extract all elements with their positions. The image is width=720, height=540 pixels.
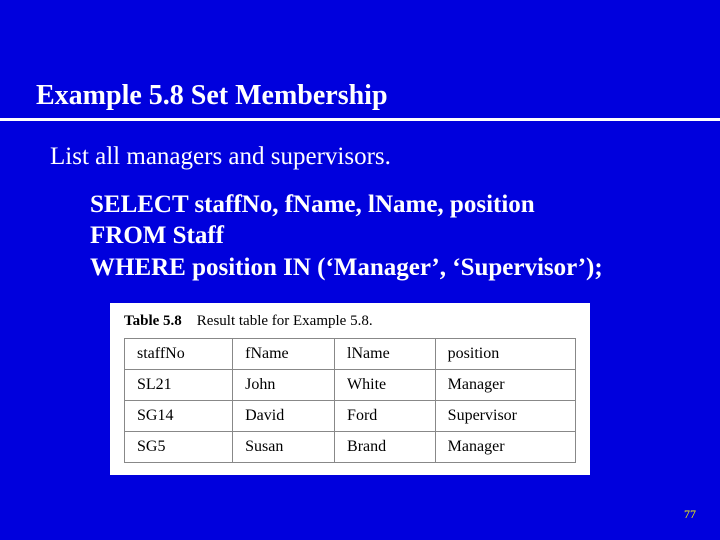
sql-line-2: FROM Staff	[90, 220, 720, 251]
table-caption-rest: Result table for Example 5.8.	[197, 313, 373, 329]
cell-staffno: SG5	[125, 431, 233, 462]
result-table-container: Table 5.8 Result table for Example 5.8. …	[110, 303, 590, 475]
cell-lname: Ford	[335, 400, 436, 431]
cell-lname: White	[335, 369, 436, 400]
sql-line-1: SELECT staffNo, fName, lName, position	[90, 189, 720, 220]
th-staffno: staffNo	[125, 338, 233, 369]
cell-lname: Brand	[335, 431, 436, 462]
result-table: staffNo fName lName position SL21 John W…	[124, 338, 576, 463]
table-caption: Table 5.8 Result table for Example 5.8.	[124, 313, 576, 330]
prompt-text: List all managers and supervisors.	[50, 143, 720, 189]
th-fname: fName	[233, 338, 335, 369]
slide-title: Example 5.8 Set Membership	[0, 80, 720, 118]
cell-fname: Susan	[233, 431, 335, 462]
cell-fname: David	[233, 400, 335, 431]
slide: Example 5.8 Set Membership List all mana…	[0, 0, 720, 540]
cell-staffno: SL21	[125, 369, 233, 400]
table-row: SG14 David Ford Supervisor	[125, 400, 576, 431]
cell-position: Supervisor	[435, 400, 575, 431]
cell-position: Manager	[435, 431, 575, 462]
sql-block: SELECT staffNo, fName, lName, position F…	[50, 189, 720, 283]
cell-position: Manager	[435, 369, 575, 400]
table-header-row: staffNo fName lName position	[125, 338, 576, 369]
table-row: SL21 John White Manager	[125, 369, 576, 400]
th-lname: lName	[335, 338, 436, 369]
th-position: position	[435, 338, 575, 369]
cell-fname: John	[233, 369, 335, 400]
table-row: SG5 Susan Brand Manager	[125, 431, 576, 462]
page-number: 77	[684, 507, 696, 522]
sql-line-3: WHERE position IN (‘Manager’, ‘Superviso…	[90, 252, 720, 283]
slide-body: List all managers and supervisors. SELEC…	[0, 121, 720, 475]
cell-staffno: SG14	[125, 400, 233, 431]
table-caption-label: Table 5.8	[124, 313, 182, 329]
